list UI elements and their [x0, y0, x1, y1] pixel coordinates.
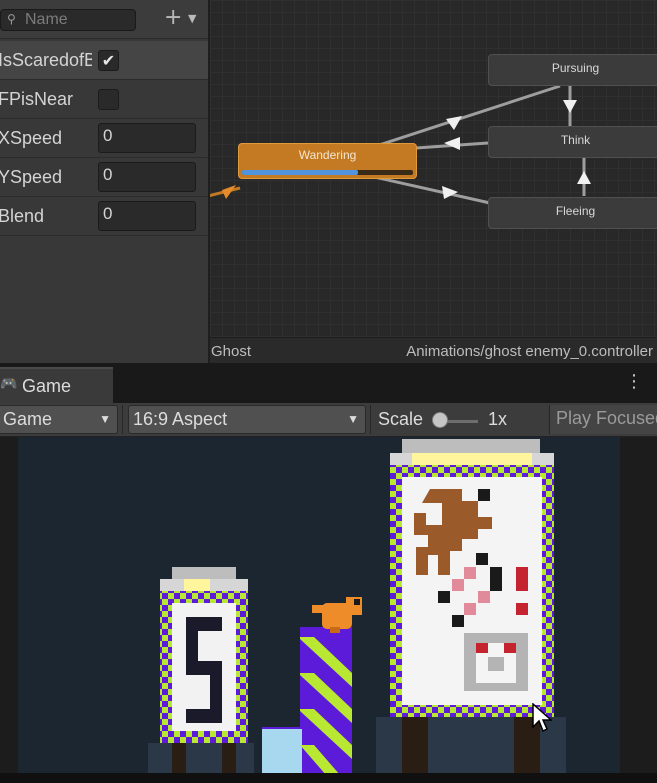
- parameter-float-field[interactable]: 0: [98, 201, 196, 231]
- parameter-checkbox[interactable]: [98, 89, 119, 110]
- state-progress-bar: [242, 170, 413, 175]
- state-pursuing[interactable]: Pursuing: [488, 54, 657, 86]
- parameter-search-box[interactable]: ⚲: [0, 9, 136, 31]
- play-focused-dropdown[interactable]: Play Focused: [549, 405, 657, 434]
- transition-arrow[interactable]: [444, 137, 460, 150]
- gamepad-icon: 🎮: [0, 376, 18, 392]
- checkmark-icon[interactable]: ✔: [98, 50, 119, 71]
- state-fleeing[interactable]: Fleeing: [488, 197, 657, 229]
- transition-arrow[interactable]: [563, 100, 577, 113]
- parameter-label: IsScaredofB: [0, 50, 92, 70]
- parameter-search-input[interactable]: [25, 10, 133, 30]
- parameters-toolbar: ⚲ + ▼: [0, 0, 208, 39]
- dropdown-value: Play Focused: [556, 408, 657, 428]
- parameter-row-yspeed[interactable]: YSpeed 0: [0, 158, 208, 197]
- tab-game[interactable]: 🎮 Game: [0, 367, 113, 403]
- game-toolbar: Game ▼ 16:9 Aspect ▼ Scale 1x Play Focus…: [0, 403, 657, 437]
- parameter-float-field[interactable]: 0: [98, 123, 196, 153]
- chevron-down-icon: ▼: [188, 12, 197, 25]
- parameter-row-blend[interactable]: Blend 0: [0, 197, 208, 236]
- dropdown-value: Game: [3, 409, 53, 429]
- parameter-label: YSpeed: [0, 167, 63, 187]
- chevron-down-icon: ▼: [99, 412, 111, 426]
- entry-transition-arrow: [222, 185, 236, 199]
- ground-strip: [0, 773, 657, 783]
- state-progress-fill: [242, 170, 359, 175]
- mouse-pointer-icon: [532, 703, 552, 733]
- state-label: Think: [560, 133, 591, 147]
- toolbar-divider: [122, 405, 123, 434]
- toolbar-divider: [370, 405, 371, 434]
- game-tab-bar: 🎮 Game ⋮: [0, 363, 657, 403]
- state-label: Fleeing: [555, 204, 596, 218]
- state-wandering[interactable]: Wandering: [238, 143, 417, 179]
- animator-object-name: Ghost: [211, 343, 252, 360]
- parameters-panel: ⚲ + ▼ IsScaredofB ✔ FPisNear XSpeed 0 YS…: [0, 0, 209, 363]
- stair-block: [262, 627, 352, 775]
- aspect-dropdown[interactable]: 16:9 Aspect ▼: [128, 405, 366, 434]
- plus-icon: +: [164, 5, 183, 30]
- animator-controller-path: Animations/ghost enemy_0.controller: [406, 343, 653, 360]
- parameter-label: XSpeed: [0, 128, 63, 148]
- chevron-down-icon: ▼: [347, 412, 359, 426]
- parameter-row-xspeed[interactable]: XSpeed 0: [0, 119, 208, 158]
- banner-pillar-left: [148, 567, 254, 779]
- transition-arrow[interactable]: [577, 171, 591, 184]
- tab-label: Game: [22, 376, 72, 396]
- parameter-label: FPisNear: [0, 89, 74, 109]
- state-think[interactable]: Think: [488, 126, 657, 158]
- parameter-row-isscaredofb[interactable]: IsScaredofB ✔: [0, 41, 208, 80]
- kebab-menu-icon[interactable]: ⋮: [625, 373, 643, 391]
- scale-value: 1x: [488, 409, 508, 429]
- parameter-float-field[interactable]: 0: [98, 162, 196, 192]
- scale-slider-handle[interactable]: [432, 412, 448, 428]
- add-parameter-button[interactable]: + ▼: [160, 5, 204, 31]
- transition-arrow[interactable]: [442, 186, 458, 199]
- search-icon: ⚲: [7, 12, 16, 26]
- animator-graph[interactable]: Wandering Pursuing Think Fleeing: [210, 0, 657, 363]
- state-label: Wandering: [298, 148, 357, 162]
- game-viewport[interactable]: [0, 437, 657, 783]
- dropdown-value: 16:9 Aspect: [133, 409, 228, 429]
- parameter-label: Blend: [0, 206, 45, 226]
- parameter-row-fpisnear[interactable]: FPisNear: [0, 80, 208, 119]
- game-scene: [148, 439, 566, 779]
- state-label: Pursuing: [551, 61, 600, 75]
- animator-footer: Ghost Animations/ghost enemy_0.controlle…: [210, 337, 657, 364]
- display-dropdown[interactable]: Game ▼: [0, 405, 118, 434]
- scale-label: Scale: [378, 409, 424, 429]
